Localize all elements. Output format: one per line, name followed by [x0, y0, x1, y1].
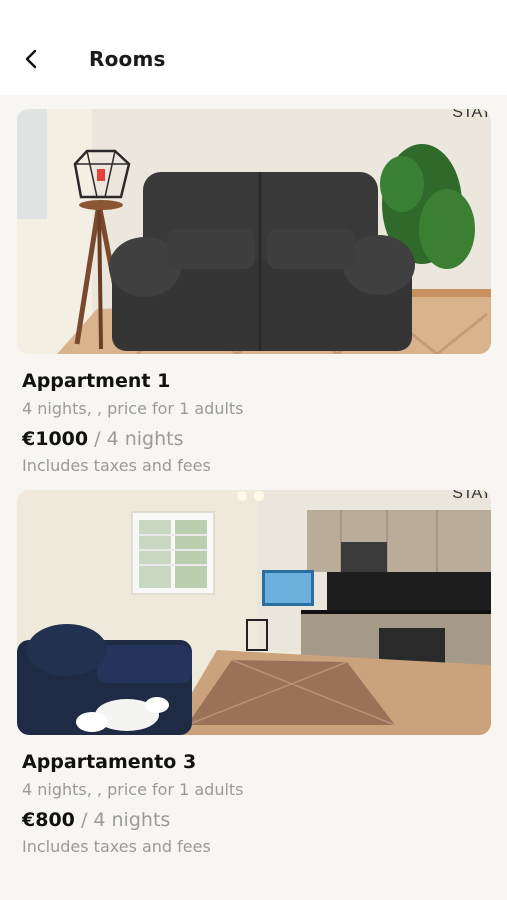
room-name[interactable]: Appartamento 3 — [22, 751, 196, 773]
price-separator: / — [80, 809, 88, 831]
price-amount: €800 — [22, 809, 75, 831]
chevron-left-icon — [25, 49, 37, 69]
room-photo-1[interactable]: STAY — [17, 109, 491, 354]
watermark-text: STAY — [452, 490, 491, 502]
watermark-text: STAY — [452, 109, 491, 121]
price-period: 4 nights — [93, 809, 171, 831]
price-amount: €1000 — [22, 428, 89, 450]
fees-note: Includes taxes and fees — [22, 837, 211, 856]
price-period: 4 nights — [106, 428, 184, 450]
page-title: Rooms — [89, 47, 166, 71]
room-price: €1000 / 4 nights — [22, 428, 184, 450]
room-price: €800 / 4 nights — [22, 809, 170, 831]
room-name[interactable]: Appartment 1 — [22, 370, 170, 392]
price-separator: / — [94, 428, 101, 450]
back-button[interactable] — [18, 46, 44, 72]
room-summary: 4 nights, , price for 1 adults — [22, 780, 244, 799]
room-summary: 4 nights, , price for 1 adults — [22, 399, 244, 418]
app-header: Rooms — [0, 0, 507, 95]
room-photo-2[interactable]: STAY — [17, 490, 491, 735]
fees-note: Includes taxes and fees — [22, 456, 211, 475]
